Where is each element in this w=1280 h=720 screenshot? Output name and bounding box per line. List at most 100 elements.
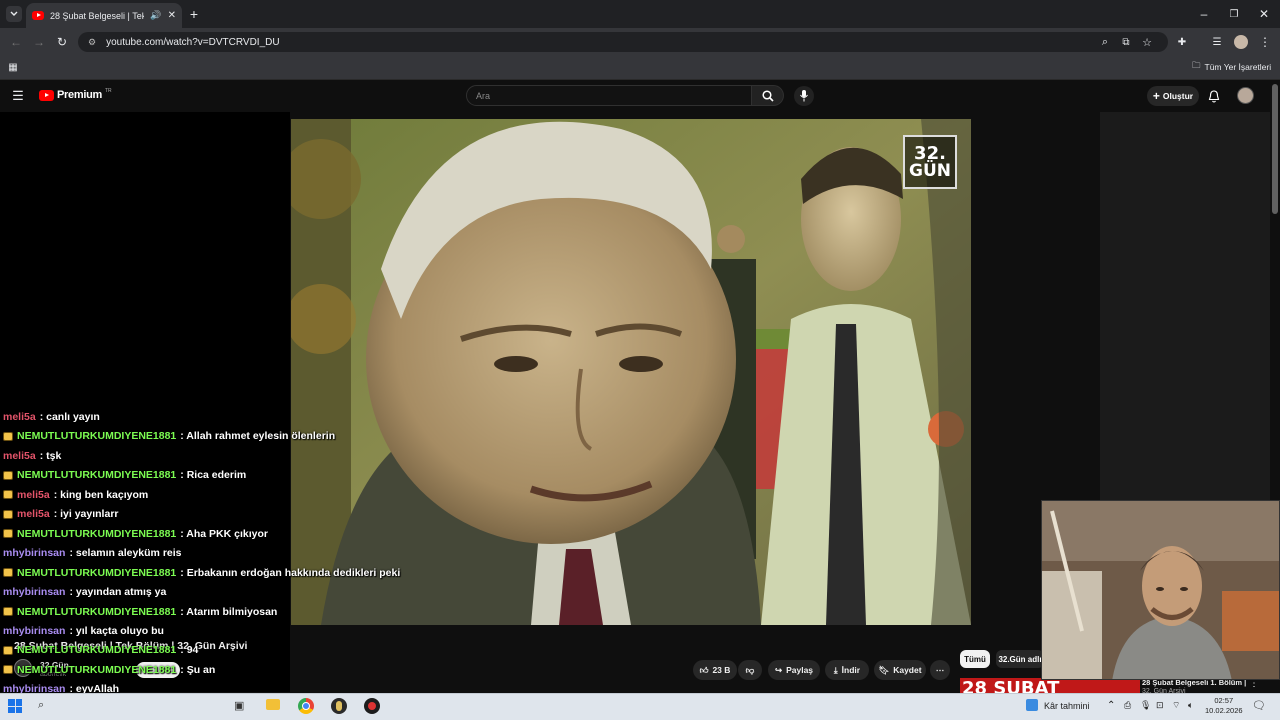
download-button[interactable]: ⤓ İndir xyxy=(825,660,869,680)
taskbar-search-icon[interactable]: ⌕ xyxy=(38,699,44,712)
channel-watermark: 32. GÜN xyxy=(903,135,957,189)
chat-message: meli5a: canlı yayın xyxy=(3,412,100,426)
zoom-icon[interactable]: ⌕ xyxy=(1098,34,1112,50)
browser-tab-active[interactable]: 28 Şubat Belgeseli | Tek Bölü 🔊 ✕ xyxy=(26,3,182,28)
reading-list-icon[interactable]: ☰ xyxy=(1210,34,1224,50)
create-label: Oluştur xyxy=(1162,91,1194,101)
chip-channel[interactable]: 32.Gün adlı xyxy=(996,650,1044,668)
chat-username: meli5a xyxy=(3,412,36,423)
chat-badge-icon xyxy=(3,431,13,441)
windows-start-icon[interactable] xyxy=(8,699,22,713)
logo-text: Premium xyxy=(57,89,102,101)
volume-icon[interactable]: 🔈︎ xyxy=(1188,700,1193,711)
chat-username: NEMUTLUTURKUMDIYENE1881 xyxy=(17,605,177,618)
new-tab-button[interactable]: + xyxy=(186,6,202,22)
close-window-button[interactable]: ✕ xyxy=(1256,6,1272,22)
notifications-bell-icon[interactable] xyxy=(1206,88,1222,104)
chrome-taskbar-icon[interactable] xyxy=(298,698,314,714)
chat-text: : king ben kaçıyom xyxy=(53,488,149,501)
search-placeholder: Ara xyxy=(476,90,491,101)
apps-grid-icon[interactable]: ▦ xyxy=(6,60,20,74)
chat-text: : yayından atmış ya xyxy=(69,586,167,599)
address-bar[interactable]: ⚙ youtube.com/watch?v=DVTCRVDI_DU xyxy=(78,32,1168,52)
chat-badge-icon xyxy=(3,645,13,655)
country-badge: TR xyxy=(104,88,112,94)
notification-center-icon[interactable]: 🗨︎ xyxy=(1252,699,1266,712)
chat-username: meli5a xyxy=(17,488,50,501)
chat-message: NEMUTLUTURKUMDIYENE1881: Atarım bilmiyos… xyxy=(3,603,277,621)
chat-message: mhybirinsan: yayından atmış ya xyxy=(3,583,166,601)
chat-badge-icon xyxy=(3,529,13,539)
chip-all[interactable]: Tümü xyxy=(960,650,990,668)
chat-message: mhybirinsan: selamın aleyküm reis xyxy=(3,544,182,562)
chevron-down-icon xyxy=(10,11,18,16)
webcam-overlay xyxy=(1041,500,1280,680)
restore-button[interactable]: ❐ xyxy=(1226,6,1242,22)
back-icon[interactable]: ← xyxy=(8,34,24,50)
chat-username: NEMUTLUTURKUMDIYENE1881 xyxy=(17,644,177,657)
extensions-icon[interactable]: ✚ xyxy=(1175,34,1189,50)
chat-message: meli5a: tşk xyxy=(3,447,61,465)
youtube-play-logo-icon xyxy=(39,89,54,101)
create-button[interactable]: + Oluştur xyxy=(1147,86,1199,106)
forward-icon[interactable]: → xyxy=(31,34,47,50)
account-avatar[interactable] xyxy=(1237,87,1254,104)
chat-username: mhybirinsan xyxy=(3,547,66,560)
all-bookmarks-label: Tüm Yer İşaretleri xyxy=(1204,62,1272,72)
chat-username: NEMUTLUTURKUMDIYENE1881 xyxy=(17,527,177,540)
tab-title: 28 Şubat Belgeseli | Tek Bölü xyxy=(50,10,145,21)
hamburger-menu-icon[interactable]: ☰ xyxy=(10,88,26,104)
like-button[interactable]: 👍︎ 23 B xyxy=(693,660,737,680)
chat-badge-icon xyxy=(3,490,13,500)
youtube-logo[interactable]: Premium TR xyxy=(39,88,112,101)
watermark-line2: GÜN xyxy=(909,160,951,181)
tray-capture-icon[interactable]: ⊡ xyxy=(1156,700,1164,711)
task-view-icon[interactable]: ▣ xyxy=(234,699,244,712)
chat-username: meli5a xyxy=(17,508,50,521)
install-app-icon[interactable]: ⧉ xyxy=(1119,34,1133,50)
site-info-icon[interactable]: ⚙ xyxy=(88,37,96,48)
app-taskbar-icon[interactable] xyxy=(331,698,347,714)
chat-overlay: meli5a: canlı yayın NEMUTLUTURKUMDIYENE18… xyxy=(3,412,433,702)
share-button[interactable]: ↪ Paylaş xyxy=(768,660,820,680)
minimize-button[interactable]: – xyxy=(1196,6,1212,22)
reload-icon[interactable]: ↻ xyxy=(54,34,70,50)
obs-taskbar-icon[interactable] xyxy=(364,698,380,714)
chat-badge-icon xyxy=(3,470,13,480)
chat-message: NEMUTLUTURKUMDIYENE1881: Şu an xyxy=(3,661,215,679)
microphone-icon xyxy=(800,90,808,102)
save-button[interactable]: 🔖︎ Kaydet xyxy=(874,660,926,680)
folder-icon: 🗀 xyxy=(1192,60,1201,70)
share-label: Paylaş xyxy=(786,665,814,675)
weather-icon[interactable] xyxy=(1026,699,1038,711)
tab-search-button[interactable] xyxy=(6,6,22,22)
page-scrollbar[interactable] xyxy=(1272,84,1278,214)
secondary-panel xyxy=(1100,112,1270,500)
bookmark-star-icon[interactable]: ☆ xyxy=(1140,34,1154,50)
close-tab-icon[interactable]: ✕ xyxy=(168,10,176,21)
chat-username: NEMUTLUTURKUMDIYENE1881 xyxy=(17,430,177,443)
chat-text: : Aha PKK çıkıyor xyxy=(180,527,268,540)
chat-message: NEMUTLUTURKUMDIYENE1881: Rica ederim xyxy=(3,466,246,484)
tray-app-icon[interactable]: ⎙ xyxy=(1124,700,1131,711)
chat-message: NEMUTLUTURKUMDIYENE1881: 94 xyxy=(3,641,198,659)
voice-search-button[interactable] xyxy=(794,86,814,106)
all-bookmarks-folder[interactable]: 🗀 Tüm Yer İşaretleri xyxy=(1192,60,1271,74)
related-thumbnail[interactable]: 28 ŞUBAT xyxy=(960,678,1140,693)
weather-text[interactable]: Kâr tahmini xyxy=(1044,701,1090,711)
dislike-button[interactable]: 👎︎ xyxy=(738,660,762,680)
chrome-menu-icon[interactable]: ⋮ xyxy=(1258,34,1272,50)
chat-message: NEMUTLUTURKUMDIYENE1881: Erbakanın erdoğ… xyxy=(3,564,400,582)
clock[interactable]: 02:57 10.02.2026 xyxy=(1205,696,1243,716)
chat-message: mhybirinsan: yıl kaçta oluyo bu xyxy=(3,622,164,640)
show-hidden-icons[interactable]: ⌃ xyxy=(1107,700,1115,711)
chat-text: : tşk xyxy=(39,449,62,462)
audio-playing-icon[interactable]: 🔊 xyxy=(150,10,161,21)
file-explorer-icon[interactable] xyxy=(266,699,280,710)
more-actions-button[interactable]: ⋯ xyxy=(930,660,950,680)
search-input[interactable]: Ara xyxy=(466,85,752,106)
search-button[interactable] xyxy=(752,85,784,106)
profile-avatar[interactable] xyxy=(1234,35,1248,49)
microphone-tray-icon[interactable]: 🎙︎ xyxy=(1140,700,1151,711)
network-icon[interactable]: ⌔ xyxy=(1172,700,1180,711)
